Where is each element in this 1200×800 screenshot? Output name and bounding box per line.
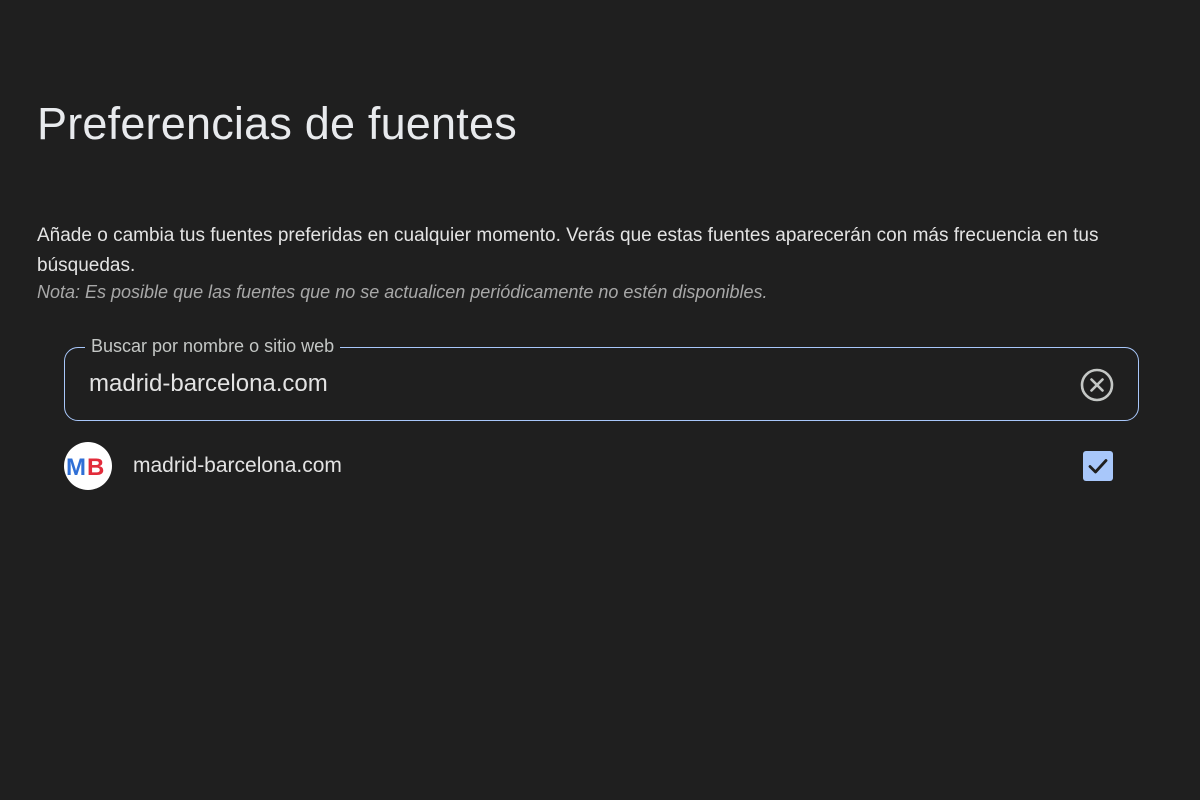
source-checkbox[interactable] (1083, 451, 1113, 481)
check-icon (1088, 459, 1108, 474)
clear-search-button[interactable] (1080, 368, 1114, 402)
page-title: Preferencias de fuentes (37, 98, 517, 149)
search-field-label: Buscar por nombre o sitio web (85, 334, 341, 358)
search-field[interactable]: Buscar por nombre o sitio web (64, 334, 1139, 421)
list-item[interactable]: M B madrid-barcelona.com (64, 440, 1139, 492)
logo-letter-m: M (66, 454, 86, 481)
search-input[interactable] (89, 367, 1049, 401)
page-description: Añade o cambia tus fuentes preferidas en… (37, 225, 1099, 276)
logo-letter-b: B (87, 454, 104, 481)
source-preferences-page: Preferencias de fuentes Añade o cambia t… (0, 0, 1200, 800)
source-name: madrid-barcelona.com (133, 454, 342, 477)
source-logo: M B (64, 442, 112, 490)
page-note: Nota: Es posible que las fuentes que no … (37, 282, 768, 302)
clear-circle-x-icon (1080, 368, 1114, 402)
